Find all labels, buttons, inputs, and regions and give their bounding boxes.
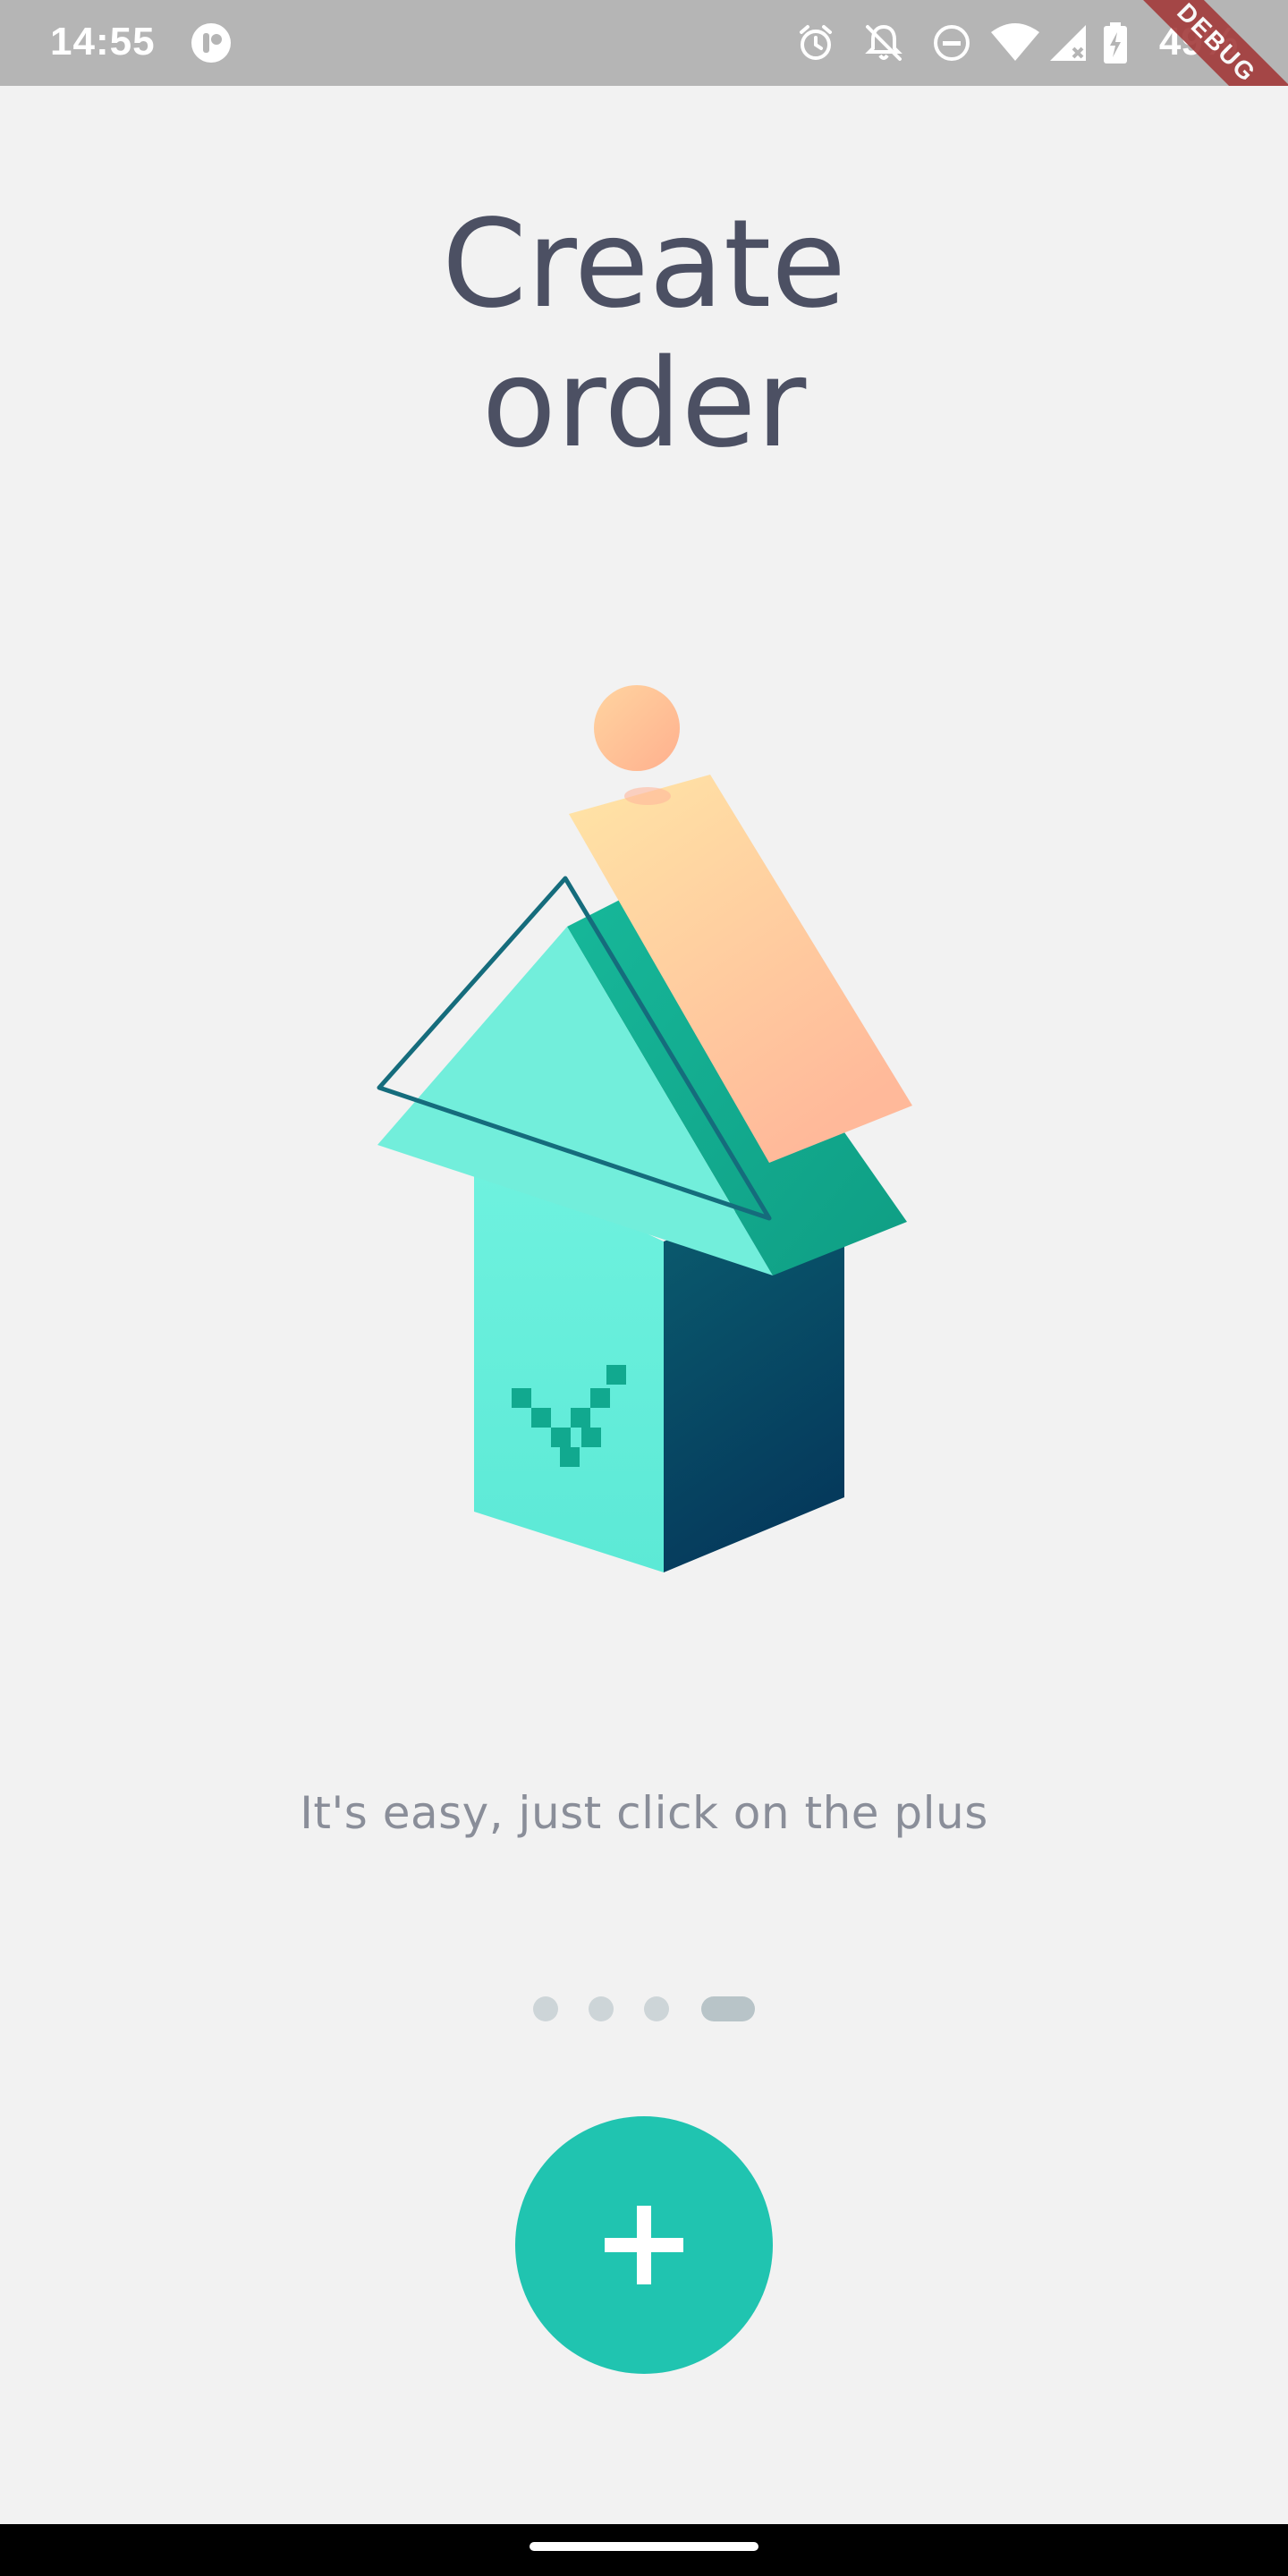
page-dot-2[interactable] — [589, 1996, 614, 2021]
peach-ball — [594, 685, 680, 771]
create-order-button[interactable] — [515, 2116, 773, 2374]
onboarding-subtitle: It's easy, just click on the plus — [300, 1787, 988, 1839]
page-dot-1[interactable] — [533, 1996, 558, 2021]
wifi-icon — [991, 23, 1039, 61]
page-dot-4-active[interactable] — [701, 1996, 755, 2021]
status-time: 14:55 — [50, 20, 156, 64]
system-navigation-bar — [0, 2524, 1288, 2576]
page-title: Create order — [0, 195, 1288, 474]
status-bar: 14:55 49% D — [0, 0, 1288, 86]
house-illustration — [377, 685, 912, 1572]
do-not-disturb-icon — [934, 25, 970, 61]
notifications-off-icon — [865, 24, 902, 61]
page-title-line-2: order — [481, 334, 807, 475]
alarm-icon — [800, 25, 832, 60]
app-indicator-icon — [191, 23, 231, 63]
ball-shadow — [624, 787, 671, 805]
page-dot-3[interactable] — [644, 1996, 669, 2021]
home-gesture-handle[interactable] — [530, 2542, 758, 2551]
signal-icon — [1050, 25, 1086, 61]
plus-icon — [605, 2206, 683, 2284]
page-indicator — [0, 1996, 1288, 2021]
page-title-line-1: Create — [442, 194, 846, 335]
battery-charging-icon — [1104, 22, 1127, 64]
